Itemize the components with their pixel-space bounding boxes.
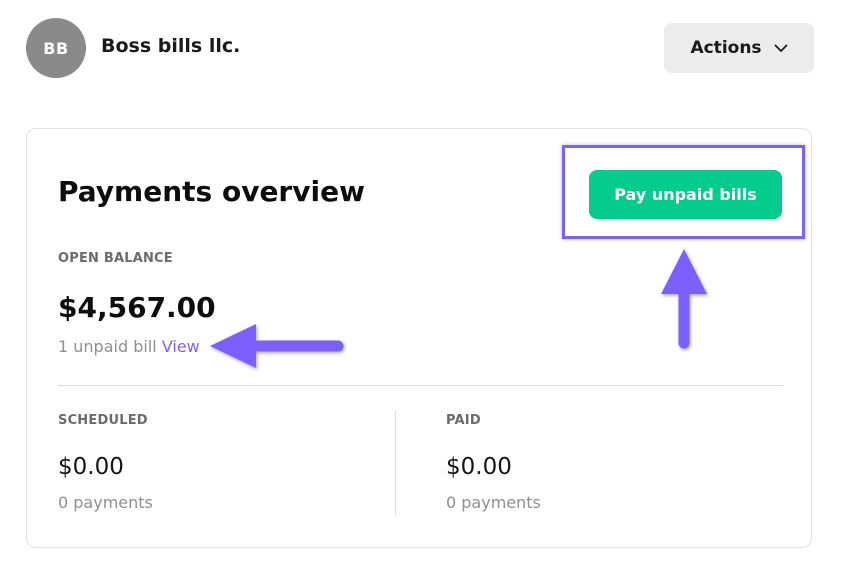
- actions-button-label: Actions: [690, 38, 762, 58]
- company-name: Boss bills llc.: [101, 35, 241, 57]
- unpaid-bills-count: 1 unpaid bill: [58, 337, 157, 356]
- open-balance-amount: $4,567.00: [58, 291, 216, 324]
- actions-button[interactable]: Actions: [664, 23, 814, 73]
- divider: [58, 385, 783, 386]
- open-balance-label: OPEN BALANCE: [58, 251, 173, 266]
- payments-overview-card: Payments overview Pay unpaid bills OPEN …: [26, 128, 812, 548]
- paid-label: PAID: [446, 413, 481, 428]
- view-unpaid-link[interactable]: View: [162, 337, 200, 356]
- paid-amount: $0.00: [446, 454, 512, 480]
- chevron-down-icon: [774, 44, 788, 53]
- scheduled-label: SCHEDULED: [58, 413, 148, 428]
- pay-unpaid-bills-button[interactable]: Pay unpaid bills: [589, 170, 782, 219]
- scheduled-count: 0 payments: [58, 493, 153, 512]
- page-header: BB Boss bills llc. Actions: [0, 0, 843, 100]
- paid-count: 0 payments: [446, 493, 541, 512]
- unpaid-bills-row: 1 unpaid bill View: [58, 337, 200, 356]
- avatar: BB: [26, 18, 86, 78]
- page-title: Payments overview: [58, 175, 365, 208]
- divider-vertical: [395, 410, 396, 516]
- scheduled-amount: $0.00: [58, 454, 124, 480]
